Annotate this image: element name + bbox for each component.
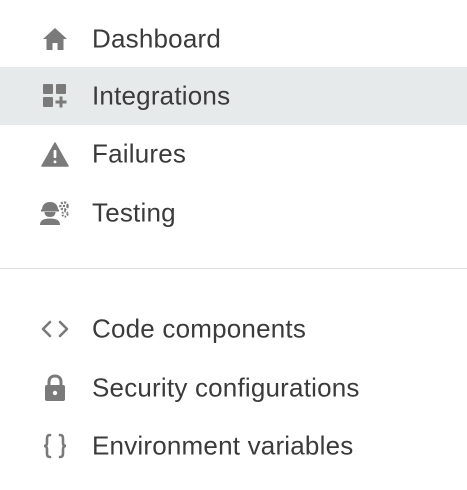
nav-item-label: Dashboard: [92, 23, 221, 54]
engineer-icon: [40, 198, 70, 228]
nav-item-integrations[interactable]: Integrations: [0, 67, 467, 125]
nav-item-label: Failures: [92, 138, 187, 169]
nav-item-label: Integrations: [92, 80, 231, 111]
nav-item-label: Code components: [92, 313, 307, 344]
nav-item-label: Testing: [92, 197, 176, 228]
sidebar-nav: Dashboard Integrations Failures Testing …: [0, 0, 467, 490]
code-icon: [40, 314, 70, 344]
nav-item-dashboard[interactable]: Dashboard: [0, 10, 467, 68]
widgets-add-icon: [40, 81, 70, 111]
nav-item-environment-variables[interactable]: Environment variables: [0, 417, 467, 475]
nav-item-label: Security configurations: [92, 372, 360, 403]
section-divider: [0, 268, 467, 269]
nav-item-security-configurations[interactable]: Security configurations: [0, 359, 467, 417]
lock-icon: [40, 373, 70, 403]
nav-item-code-components[interactable]: Code components: [0, 300, 467, 358]
home-icon: [40, 24, 70, 54]
warning-icon: [40, 139, 70, 169]
nav-item-label: Environment variables: [92, 430, 354, 461]
braces-icon: [40, 431, 70, 461]
nav-item-failures[interactable]: Failures: [0, 125, 467, 183]
nav-item-testing[interactable]: Testing: [0, 184, 467, 242]
